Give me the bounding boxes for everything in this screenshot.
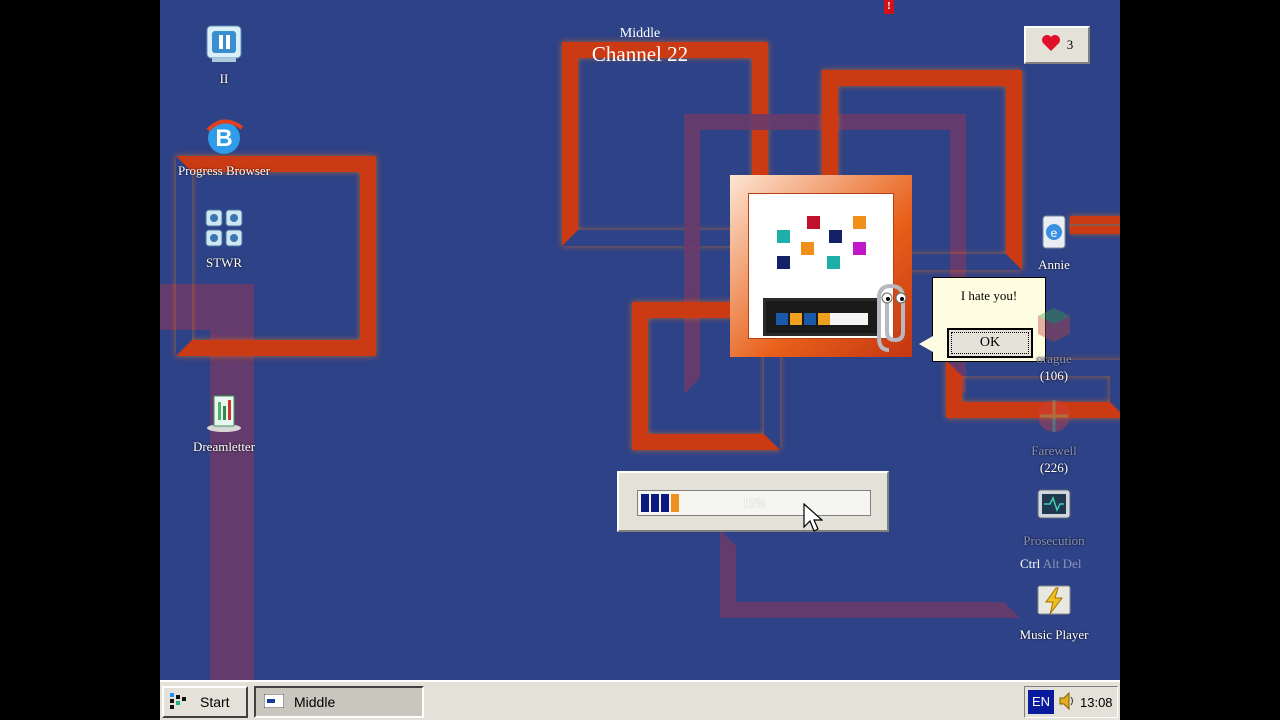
progress-window: 15%	[617, 471, 889, 532]
game-tile	[853, 216, 866, 229]
game-tile	[853, 242, 866, 255]
bar-cell	[818, 313, 830, 325]
start-button[interactable]: Start	[162, 686, 248, 718]
desktop-icon-prosecution[interactable]: Prosecution	[994, 486, 1114, 549]
lightning-icon	[1034, 580, 1074, 620]
grid-icon	[204, 208, 244, 248]
language-indicator[interactable]: EN	[1028, 690, 1054, 714]
dialog-message: I hate you!	[960, 288, 1018, 303]
ctrl-key: Ctrl	[1020, 556, 1041, 571]
bar-cell	[804, 313, 816, 325]
game-tile	[801, 242, 814, 255]
pipe-decoration	[720, 530, 1020, 618]
paperclip-assistant[interactable]	[875, 280, 915, 360]
window-icon	[263, 693, 285, 711]
icon-label: orague	[1036, 351, 1072, 366]
alt-key: Alt	[1042, 556, 1060, 571]
svg-text:e: e	[1051, 226, 1058, 240]
progress-bar: 15%	[637, 490, 871, 516]
icon-label: STWR	[205, 255, 243, 270]
icon-label: Dreamletter	[192, 439, 256, 454]
start-logo-icon	[170, 692, 186, 712]
desktop-icon-farewell[interactable]: Farewell (226)	[994, 396, 1114, 476]
lives-counter: 3	[1024, 26, 1090, 64]
game-tile	[777, 230, 790, 243]
dialog-tail	[919, 336, 933, 352]
taskbar-item-label: Middle	[294, 694, 336, 710]
pause-monitor-icon	[204, 24, 244, 64]
game-panel	[748, 193, 894, 339]
game-tile	[777, 256, 790, 269]
icon-label: Prosecution	[1023, 533, 1085, 548]
channel-subtitle: Middle	[619, 26, 661, 41]
icon-label: II	[219, 71, 229, 86]
game-bar	[763, 298, 881, 336]
svg-text:B: B	[215, 125, 232, 152]
taskbar: Start Middle EN 13:08	[160, 680, 1120, 720]
ctrl-alt-del-hint: Ctrl Alt Del	[1020, 556, 1081, 572]
mouse-cursor-icon	[803, 502, 824, 533]
icon-count: (106)	[1039, 368, 1069, 383]
system-tray: EN 13:08	[1024, 686, 1118, 718]
start-label: Start	[200, 694, 230, 710]
globe-icon	[1034, 396, 1074, 436]
icon-label: Annie	[1038, 257, 1070, 272]
speaker-icon[interactable]	[1059, 691, 1075, 713]
channel-name: Channel 22	[591, 42, 689, 66]
heart-icon	[1041, 34, 1061, 56]
icon-label: Farewell	[1031, 443, 1077, 458]
desktop-icon-dreamletter[interactable]: Dreamletter	[164, 392, 284, 455]
desktop-icon-ii[interactable]: II	[164, 24, 284, 87]
bar-cell	[790, 313, 802, 325]
recycle-bin-icon: e	[1034, 210, 1074, 250]
desktop-icon-orague[interactable]: orague (106)	[994, 304, 1114, 384]
desktop-icon-annie[interactable]: e Annie	[994, 210, 1114, 273]
icon-count: (226)	[1039, 460, 1069, 475]
progress-percent: 15%	[742, 495, 766, 510]
game-tile	[827, 256, 840, 269]
taskbar-item-middle[interactable]: Middle	[254, 686, 424, 718]
document-icon	[204, 392, 244, 432]
monitor-icon	[1034, 486, 1074, 526]
lives-count: 3	[1066, 37, 1074, 52]
clock: 13:08	[1080, 694, 1113, 710]
desktop-icon-stwr[interactable]: STWR	[164, 208, 284, 271]
bar-cell	[776, 313, 788, 325]
icon-label: Progress Browser	[177, 163, 271, 178]
game-tile	[829, 230, 842, 243]
bar-cell	[830, 313, 868, 325]
desktop-icon-music-player[interactable]: Music Player	[994, 580, 1114, 643]
cube-icon	[1034, 304, 1074, 344]
desktop-icon-progress-browser[interactable]: B Progress Browser	[164, 116, 284, 179]
desktop: II B Progress Browser STWR Dreamletter M…	[160, 0, 1120, 720]
channel-title: Middle Channel 22	[560, 26, 720, 67]
game-tile	[807, 216, 820, 229]
browser-icon: B	[204, 116, 244, 156]
icon-label: Music Player	[1019, 627, 1089, 642]
del-key: Del	[1062, 556, 1082, 571]
alert-mark: !	[884, 0, 894, 14]
